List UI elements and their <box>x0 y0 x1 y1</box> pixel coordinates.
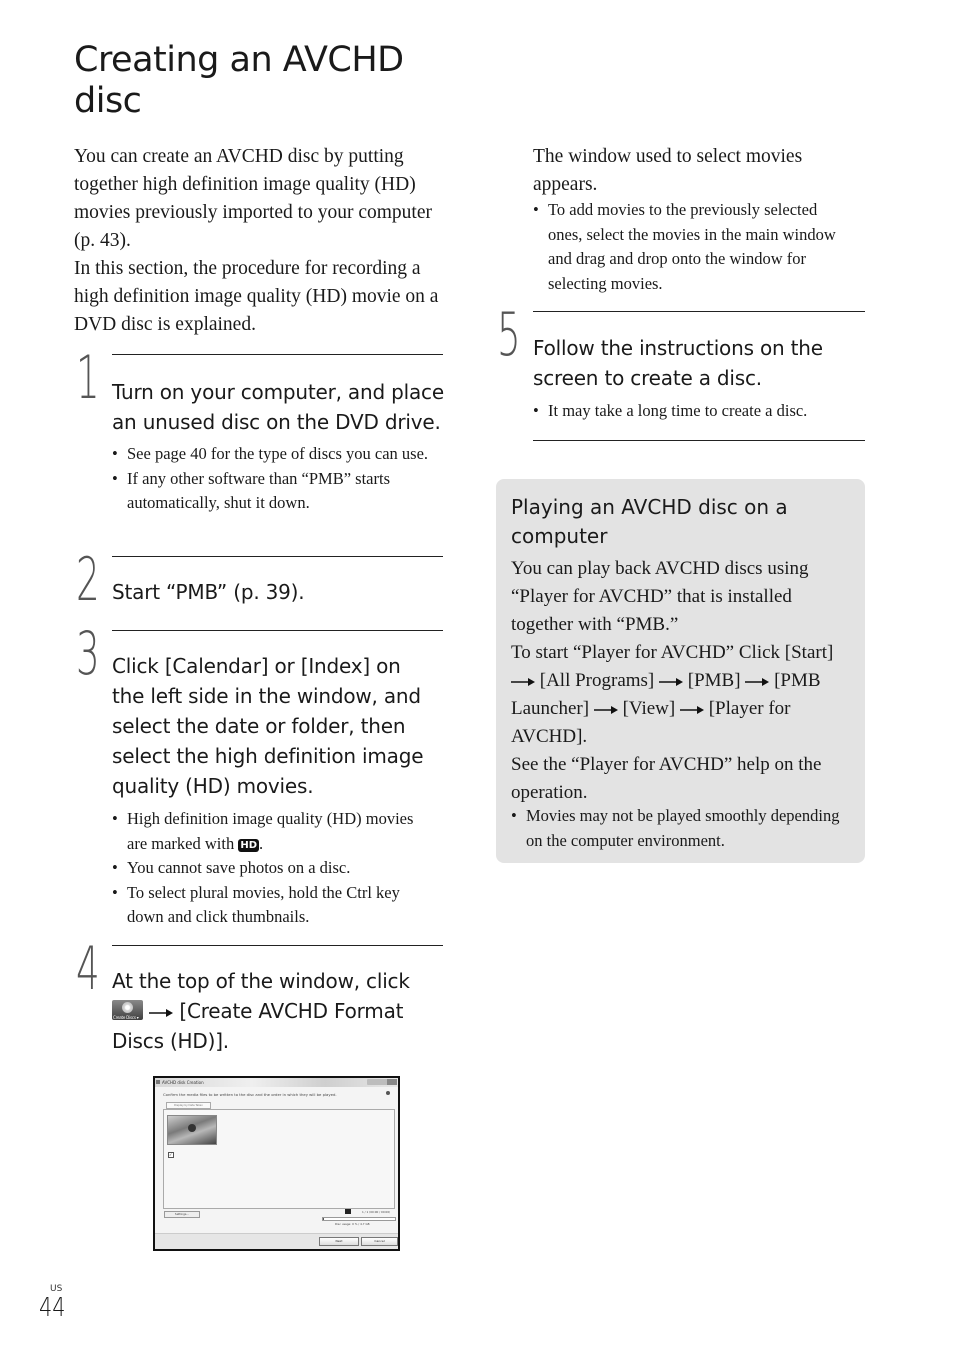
step-heading: Click [Calendar] or [Index] on the left … <box>112 654 424 798</box>
step-divider <box>112 945 443 946</box>
step-heading: Turn on your computer, and place an unus… <box>112 380 444 434</box>
step-heading: At the top of the window, click Create D… <box>112 969 410 1053</box>
create-discs-icon: Create Discs ▾ <box>112 1000 143 1020</box>
avchd-creation-window-screenshot: AVCHD disk Creation Confirm the media fi… <box>153 1076 400 1251</box>
next-button: Next <box>319 1237 359 1246</box>
tip-box: Playing an AVCHD disc on a computer You … <box>496 479 865 863</box>
step-divider <box>533 311 865 312</box>
checkbox-icon: ✓ <box>168 1152 174 1158</box>
window-controls <box>367 1079 397 1085</box>
disc-usage-bar <box>322 1217 396 1221</box>
movie-thumbnail <box>167 1115 217 1145</box>
page-number: 44 <box>39 1293 66 1323</box>
disc-usage-fill <box>323 1218 325 1220</box>
menu-path-item: [PMB] <box>687 670 741 691</box>
note-item: See page 40 for the type of discs you ca… <box>112 442 437 467</box>
note-item: High definition image quality (HD) movie… <box>112 807 437 856</box>
arrow-right-icon <box>511 677 535 687</box>
intro-text: You can create an AVCHD disc by putting … <box>74 143 449 339</box>
step-result-text: The window used to select movies appears… <box>533 146 803 195</box>
menu-path-item: [All Programs] <box>539 670 655 691</box>
step-notes: High definition image quality (HD) movie… <box>112 807 437 930</box>
step-number: 3 <box>76 619 100 689</box>
step-divider <box>112 556 443 557</box>
step-heading: Follow the instructions on the screen to… <box>533 336 823 390</box>
intro-paragraph-1: You can create an AVCHD disc by putting … <box>74 146 432 251</box>
disc-usage-label: Disc usage: 0 % / 4.7 GB <box>335 1222 370 1226</box>
step-notes: See page 40 for the type of discs you ca… <box>112 442 437 516</box>
arrow-right-icon <box>149 1008 174 1018</box>
arrow-right-icon <box>659 677 684 687</box>
step-number: 2 <box>76 545 100 615</box>
settings-button: Settings... <box>164 1211 200 1218</box>
arrow-right-icon <box>593 705 618 715</box>
instruction-text: Confirm the media files to be written to… <box>163 1092 337 1097</box>
menu-path-item: [View] <box>622 698 676 719</box>
note-item: To select plural movies, hold the Ctrl k… <box>112 881 437 930</box>
step-notes: It may take a long time to create a disc… <box>533 399 853 424</box>
arrow-right-icon <box>745 677 770 687</box>
note-item: Movies may not be played smoothly depend… <box>511 804 856 853</box>
note-item: You cannot save photos on a disc. <box>112 856 437 881</box>
cancel-button: Cancel <box>361 1237 398 1246</box>
tip-title: Playing an AVCHD disc on a computer <box>511 495 788 548</box>
media-list: ✓ <box>163 1109 395 1209</box>
step-divider <box>112 630 443 631</box>
disc-icon <box>345 1209 351 1214</box>
sort-button: Display by Date Taken <box>166 1102 211 1109</box>
page-title: Creating an AVCHD disc <box>74 40 404 121</box>
note-item: If any other software than “PMB” starts … <box>112 467 437 516</box>
note-item: To add movies to the previously selected… <box>533 198 853 296</box>
arrow-right-icon <box>679 705 704 715</box>
step-notes: To add movies to the previously selected… <box>533 198 853 296</box>
tip-body: You can play back AVCHD discs using “Pla… <box>511 558 834 803</box>
app-icon <box>156 1080 160 1084</box>
window-titlebar: AVCHD disk Creation <box>155 1078 398 1087</box>
step-heading: Start “PMB” (p. 39). <box>112 580 305 604</box>
close-icon <box>387 1079 397 1085</box>
section-end-divider <box>533 440 865 441</box>
step-number: 1 <box>76 343 100 413</box>
tip-notes: Movies may not be played smoothly depend… <box>511 804 856 853</box>
duration-readout: 1 / 1 (00:00 / 00:00) <box>362 1210 391 1214</box>
menu-path-item: [Start] <box>784 642 834 663</box>
note-item: It may take a long time to create a disc… <box>533 399 853 424</box>
step-number: 4 <box>76 934 100 1004</box>
help-icon <box>386 1091 390 1095</box>
intro-paragraph-2: In this section, the procedure for recor… <box>74 258 439 335</box>
hd-icon: HD <box>238 838 259 852</box>
step-divider <box>112 354 443 355</box>
window-footer: Next Cancel <box>155 1233 398 1249</box>
step-number: 5 <box>497 300 521 370</box>
